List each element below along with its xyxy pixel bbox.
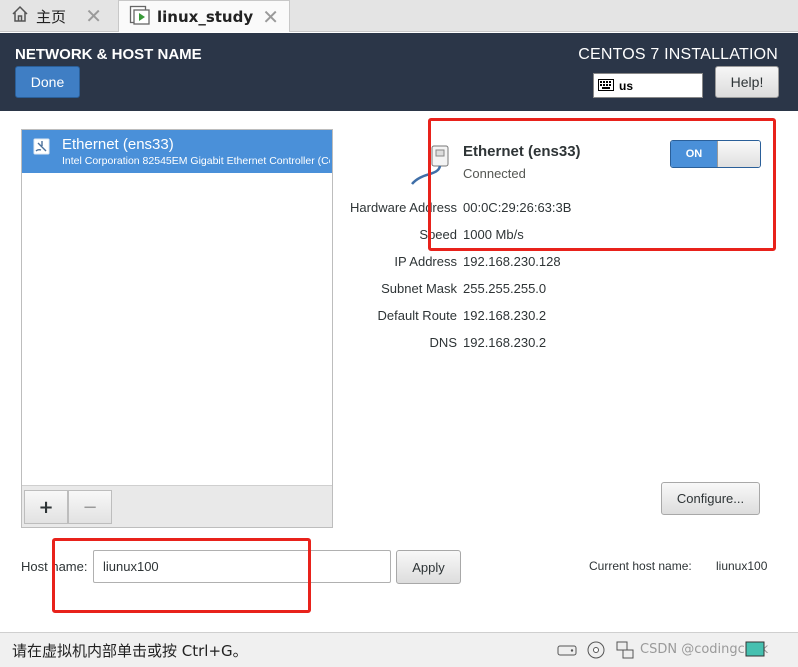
network-device-list: Ethernet (ens33) Intel Corporation 82545… xyxy=(21,129,333,528)
close-icon[interactable]: ✕ xyxy=(85,4,102,28)
device-list-body: Ethernet (ens33) Intel Corporation 82545… xyxy=(22,130,332,485)
page-title: NETWORK & HOST NAME xyxy=(15,46,202,63)
current-hostname-label: Current host name: xyxy=(589,559,692,573)
device-on-off-switch[interactable]: ON xyxy=(670,140,761,168)
done-button[interactable]: Done xyxy=(15,66,80,98)
dns-value: 192.168.230.2 xyxy=(463,335,547,350)
install-title: CENTOS 7 INSTALLATION xyxy=(578,46,778,63)
remove-device-button[interactable]: − xyxy=(68,490,112,524)
hardware-address-label: Hardware Address xyxy=(350,200,457,215)
device-list-item[interactable]: Ethernet (ens33) Intel Corporation 82545… xyxy=(22,130,332,173)
ip-address-value: 192.168.230.128 xyxy=(463,254,561,269)
network-adapter-icon[interactable] xyxy=(614,639,636,661)
speed-label: Speed xyxy=(419,227,457,242)
help-button[interactable]: Help! xyxy=(715,66,779,98)
home-icon xyxy=(10,4,30,28)
keyboard-icon xyxy=(598,76,614,95)
vm-tab-bar: 主页 ✕ linux_study ✕ xyxy=(0,0,798,32)
switch-on-label: ON xyxy=(671,141,717,167)
configure-button[interactable]: Configure... xyxy=(661,482,760,515)
tab-linux-study-label: linux_study xyxy=(157,7,254,26)
ethernet-icon xyxy=(32,137,52,157)
ethernet-cable-icon xyxy=(408,140,458,188)
default-route-value: 192.168.230.2 xyxy=(463,308,547,323)
default-route-label: Default Route xyxy=(377,308,458,323)
device-detail-name: Ethernet (ens33) xyxy=(463,143,581,160)
speed-value: 1000 Mb/s xyxy=(463,227,524,242)
hardware-address-value: 00:0C:29:26:63:3B xyxy=(463,200,572,215)
switch-knob xyxy=(717,141,760,167)
hostname-label: Host name: xyxy=(21,559,88,574)
status-hint: 请在虚拟机内部单击或按 Ctrl+G。 xyxy=(12,642,248,660)
tab-home[interactable]: 主页 ✕ xyxy=(0,0,114,32)
device-name: Ethernet (ens33) xyxy=(62,136,174,153)
hostname-input[interactable] xyxy=(93,550,391,583)
display-icon[interactable] xyxy=(744,639,766,661)
add-device-button[interactable]: + xyxy=(24,490,68,524)
device-description: Intel Corporation 82545EM Gigabit Ethern… xyxy=(62,155,330,167)
vm-status-bar: 请在虚拟机内部单击或按 Ctrl+G。 CSDN @codingcook xyxy=(0,632,798,667)
tab-linux-study[interactable]: linux_study ✕ xyxy=(118,0,290,32)
device-status: Connected xyxy=(463,166,526,181)
hard-disk-icon[interactable] xyxy=(556,639,578,661)
vm-play-icon xyxy=(129,5,151,29)
cd-drive-icon[interactable] xyxy=(585,639,607,661)
subnet-mask-value: 255.255.255.0 xyxy=(463,281,547,296)
device-list-toolbar: + − xyxy=(22,485,332,527)
dns-label: DNS xyxy=(429,335,457,350)
subnet-mask-label: Subnet Mask xyxy=(381,281,457,296)
apply-button[interactable]: Apply xyxy=(396,550,461,584)
keyboard-layout-value: us xyxy=(619,78,634,93)
tab-home-label: 主页 xyxy=(36,7,67,26)
ip-address-label: IP Address xyxy=(394,254,457,269)
keyboard-layout-indicator[interactable]: us xyxy=(593,73,703,98)
spoke-header: NETWORK & HOST NAME Done CENTOS 7 INSTAL… xyxy=(0,33,798,111)
current-hostname-value: liunux100 xyxy=(716,559,768,573)
close-icon[interactable]: ✕ xyxy=(262,5,279,29)
